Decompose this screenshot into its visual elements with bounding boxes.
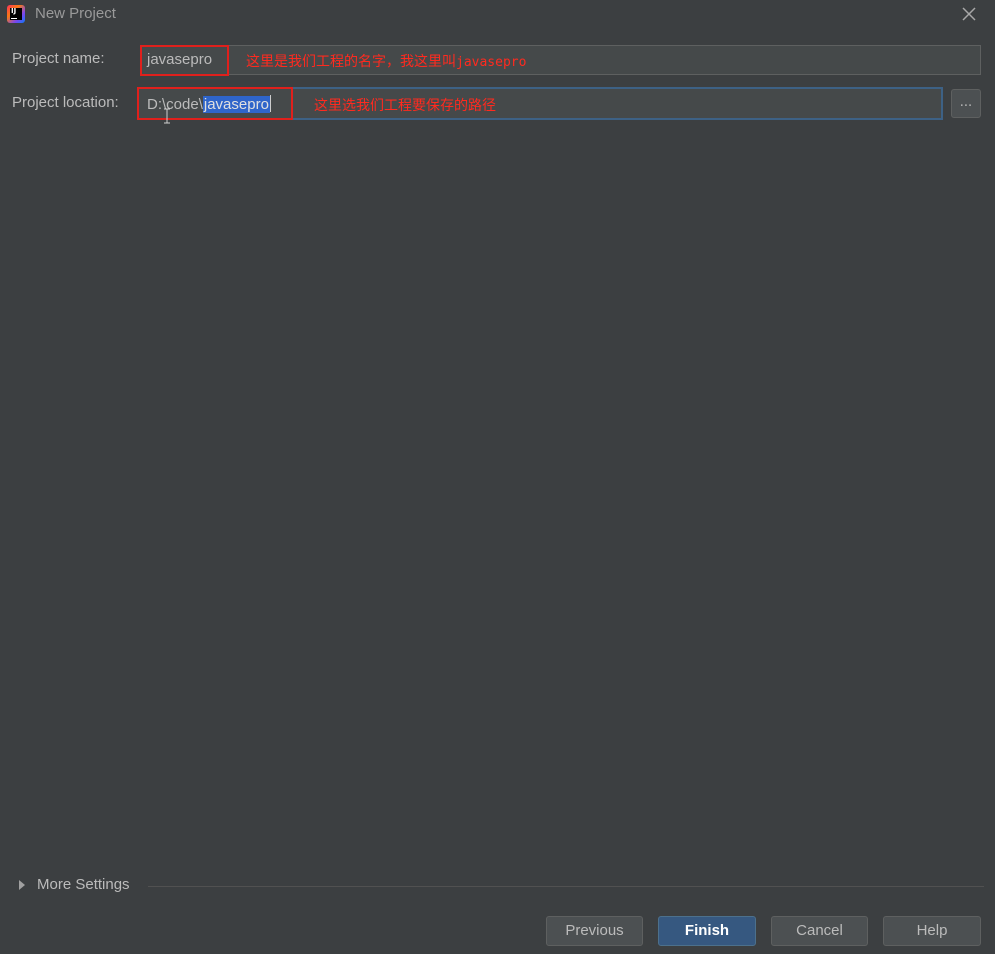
previous-button[interactable]: Previous — [546, 916, 643, 946]
expand-arrow-icon — [19, 880, 25, 890]
finish-button[interactable]: Finish — [658, 916, 756, 946]
annotation-name-note: 这里是我们工程的名字，我这里叫javasepro — [246, 51, 526, 71]
close-icon[interactable] — [958, 3, 980, 25]
text-cursor-icon — [162, 108, 172, 128]
annotation-location-note: 这里选我们工程要保存的路径 — [314, 98, 496, 114]
browse-button[interactable]: ... — [951, 89, 981, 118]
new-project-dialog: New Project Project name: javasepro 这里是我… — [0, 0, 995, 954]
more-settings-label: More Settings — [37, 876, 130, 893]
annotation-name-text: 这里是我们工程的名字，我这里叫 — [246, 54, 456, 70]
cancel-button[interactable]: Cancel — [771, 916, 868, 946]
intellij-idea-icon — [7, 5, 25, 23]
window-title: New Project — [35, 5, 116, 22]
annotation-box-location — [137, 87, 293, 120]
project-location-label: Project location: — [12, 94, 119, 111]
annotation-name-code: javasepro — [456, 55, 527, 70]
help-button[interactable]: Help — [883, 916, 981, 946]
annotation-box-name — [140, 45, 229, 76]
project-name-label: Project name: — [12, 50, 105, 67]
divider — [148, 886, 984, 887]
title-bar: New Project — [0, 0, 995, 28]
